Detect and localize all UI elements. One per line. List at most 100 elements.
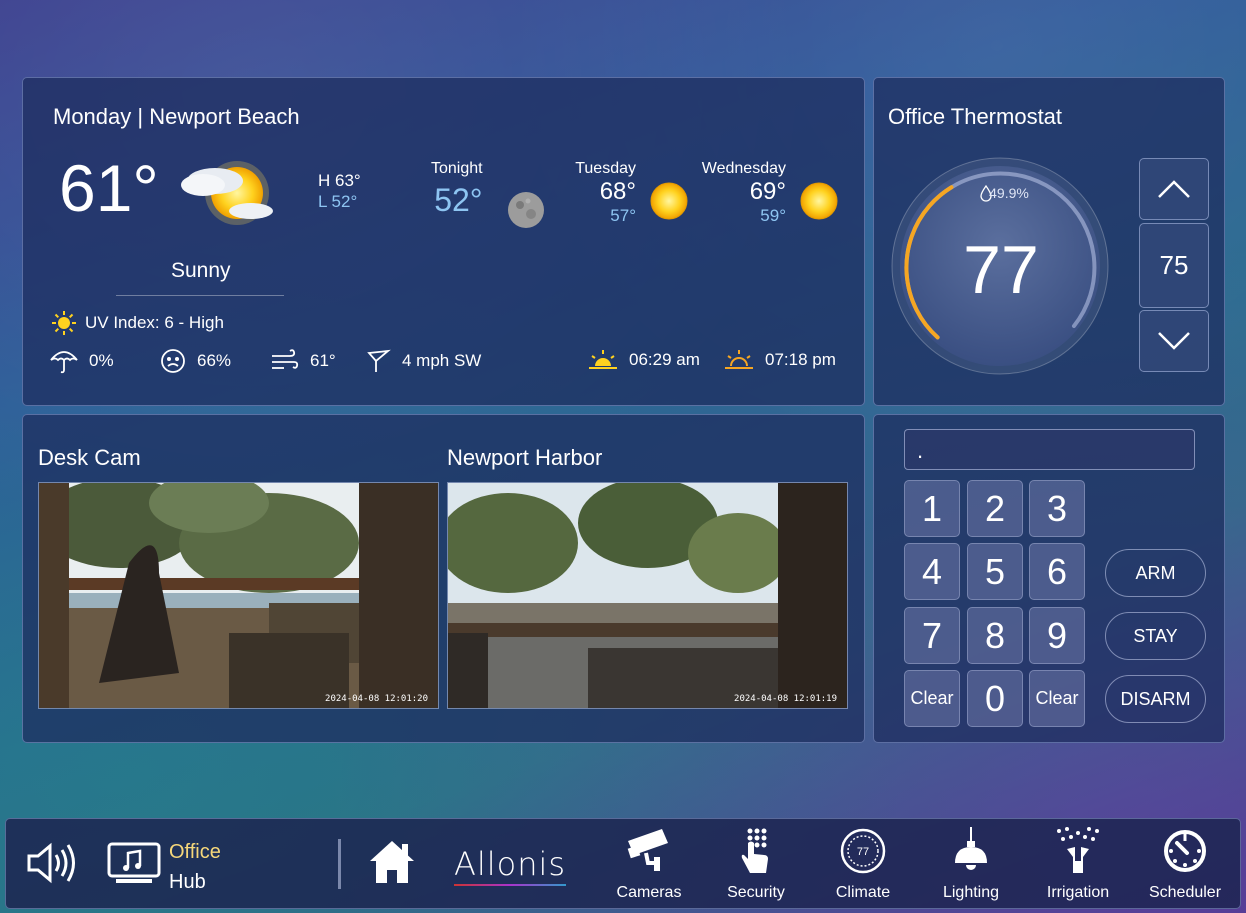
wind-value: 4 mph SW (402, 351, 482, 370)
brand-text: Allonis (454, 845, 567, 883)
key-3[interactable]: 3 (1029, 480, 1085, 537)
weather-title: Monday | Newport Beach (53, 104, 300, 129)
nav-label: Scheduler (1148, 884, 1222, 901)
forecast-day: Tonight (431, 160, 483, 177)
nav-label: Irrigation (1046, 884, 1110, 901)
nav-scheduler[interactable]: Scheduler (1140, 827, 1230, 901)
forecast-day: Tuesday (575, 160, 636, 177)
security-camera-icon (627, 829, 668, 871)
brand-logo: Allonis (454, 845, 567, 886)
sun-icon (52, 311, 76, 335)
forecast-temp: 52° (434, 182, 483, 218)
camera-title: Newport Harbor (447, 445, 603, 470)
forecast-high: 68° (599, 178, 636, 205)
high-temp: H 63° (318, 171, 361, 190)
camera-title: Desk Cam (38, 445, 141, 470)
camera-feed-harbor[interactable]: 2024-04-08 12:01:19 (447, 482, 848, 709)
nav-label: Climate (835, 884, 891, 901)
forecast-wednesday: Wednesday 69° 59° (701, 160, 786, 226)
camera-feed-desk[interactable]: 2024-04-08 12:01:20 (38, 482, 439, 709)
forecast-tonight: Tonight 52° (431, 160, 483, 219)
key-5[interactable]: 5 (967, 543, 1023, 600)
thermostat-title: Office Thermostat (888, 104, 1063, 129)
timer-icon (1164, 830, 1206, 872)
setpoint-up-button[interactable] (1139, 158, 1209, 220)
forecast-low: 59° (760, 206, 786, 225)
key-0[interactable]: 0 (967, 670, 1023, 727)
cameras-panel: Desk Cam Newport Harbor 2024-04-08 12:01… (22, 414, 865, 743)
nav-cameras[interactable]: Cameras (604, 827, 694, 901)
humidity-icon (161, 349, 185, 373)
sunrise-stat: 06:29 am (587, 348, 700, 372)
sunset-stat: 07:18 pm (723, 348, 836, 372)
security-keypad-panel: . 1 2 3 4 5 6 7 8 9 Clear 0 Clear ARM ST… (873, 414, 1225, 743)
camera-timestamp: 2024-04-08 12:01:19 (734, 694, 837, 704)
brand-underline (454, 884, 567, 886)
key-9[interactable]: 9 (1029, 607, 1085, 664)
feels-like-value: 61° (310, 351, 336, 370)
home-icon[interactable] (368, 839, 416, 885)
chevron-up-icon (1158, 180, 1190, 198)
low-temp: L 52° (318, 192, 358, 211)
partly-sunny-icon (181, 161, 273, 225)
wind-icon (272, 349, 299, 369)
disarm-button[interactable]: DISARM (1105, 675, 1206, 723)
wind-direction-icon (367, 349, 391, 372)
sunset-value: 07:18 pm (765, 350, 836, 369)
precip-stat: 0% (49, 348, 114, 374)
camera-timestamp: 2024-04-08 12:01:20 (325, 694, 428, 704)
volume-icon[interactable] (26, 841, 76, 885)
condition-label: Sunny (171, 259, 231, 282)
key-7[interactable]: 7 (904, 607, 960, 664)
divider (338, 839, 341, 889)
nav-label: Lighting (942, 884, 1000, 901)
key-8[interactable]: 8 (967, 607, 1023, 664)
key-4[interactable]: 4 (904, 543, 960, 600)
key-1[interactable]: 1 (904, 480, 960, 537)
room-sub: Hub (169, 871, 206, 893)
uv-label: UV Index: 6 - High (85, 313, 224, 332)
forecast-tuesday: Tuesday 68° 57° (574, 160, 636, 226)
stay-button[interactable]: STAY (1105, 612, 1206, 660)
room-selector[interactable]: Office Hub (169, 837, 221, 897)
key-6[interactable]: 6 (1029, 543, 1085, 600)
moon-icon (508, 192, 544, 228)
setpoint-value: 75 (1139, 223, 1209, 308)
setpoint-down-button[interactable] (1139, 310, 1209, 372)
sun-icon (650, 182, 688, 220)
sunrise-icon (589, 350, 617, 369)
feels-like-stat: 61° (270, 348, 336, 374)
nav-lighting[interactable]: Lighting (926, 827, 1016, 901)
arm-button[interactable]: ARM (1105, 549, 1206, 597)
current-temperature: 61° (59, 151, 159, 225)
forecast-high: 69° (749, 178, 786, 205)
sun-icon (800, 182, 838, 220)
humidity-stat: 66% (159, 348, 231, 374)
thermostat-humidity: 49.9% (989, 185, 1029, 201)
media-hub-icon[interactable] (106, 841, 162, 885)
room-name: Office (169, 841, 221, 863)
divider (116, 295, 284, 296)
uv-index: UV Index: 6 - High (51, 310, 224, 336)
camera-image (39, 483, 438, 708)
forecast-day: Wednesday (701, 160, 786, 177)
thermostat-dial[interactable]: 49.9% 77 (891, 152, 1109, 380)
key-2[interactable]: 2 (967, 480, 1023, 537)
wind-stat: 4 mph SW (366, 348, 481, 374)
climate-icon-value: 77 (857, 846, 869, 858)
nav-label: Cameras (616, 884, 682, 901)
precip-value: 0% (89, 351, 114, 370)
nav-irrigation[interactable]: Irrigation (1033, 827, 1123, 901)
thermostat-icon: 77 (840, 828, 886, 874)
nav-label: Security (727, 884, 785, 901)
nav-security[interactable]: Security (711, 827, 801, 901)
humidity-value: 66% (197, 351, 232, 370)
umbrella-icon (50, 351, 78, 374)
key-clear-left[interactable]: Clear (904, 670, 960, 727)
nav-climate[interactable]: 77 Climate (818, 827, 908, 901)
pendant-lamp-icon (955, 827, 987, 870)
high-low: H 63° L 52° (318, 170, 361, 212)
key-clear-right[interactable]: Clear (1029, 670, 1085, 727)
weather-panel: Monday | Newport Beach 61° H 63° L 52° S… (22, 77, 865, 406)
sunset-icon (725, 350, 753, 369)
